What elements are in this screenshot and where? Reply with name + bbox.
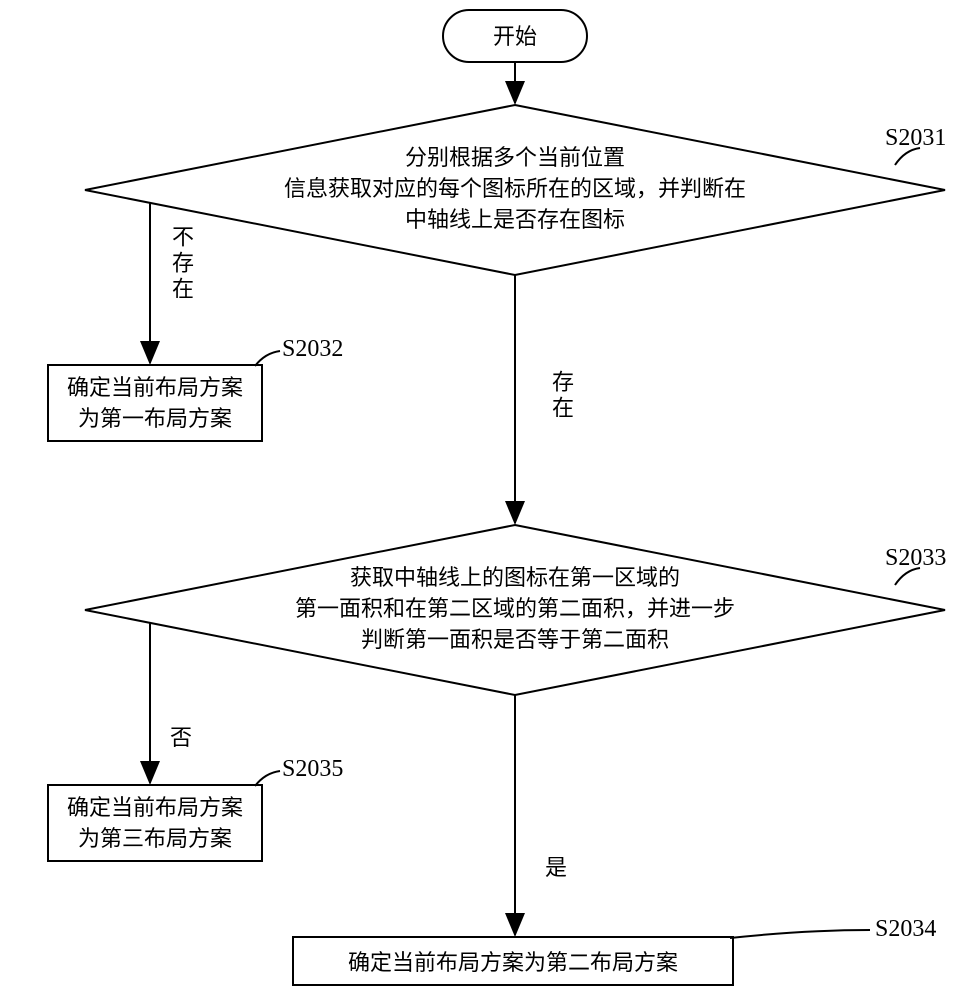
step-s2035: S2035 <box>282 756 343 783</box>
process2-text: 确定当前布局方案 为第三布局方案 <box>48 793 262 855</box>
decision2-yes-label: 是 <box>545 850 567 882</box>
decision2-text: 获取中轴线上的图标在第一区域的 第一面积和在第二区域的第二面积，并进一步 判断第… <box>185 563 845 655</box>
decision1-no-label: 不存在 <box>165 225 197 303</box>
process1-text: 确定当前布局方案 为第一布局方案 <box>48 373 262 435</box>
decision1-text: 分别根据多个当前位置 信息获取对应的每个图标所在的区域，并判断在 中轴线上是否存… <box>185 143 845 235</box>
decision2-no-label: 否 <box>170 720 192 752</box>
step-s2033: S2033 <box>885 545 946 572</box>
decision1-yes-label: 存在 <box>545 370 577 422</box>
s2034-connector <box>730 930 870 938</box>
step-s2032: S2032 <box>282 336 343 363</box>
step-s2031: S2031 <box>885 125 946 152</box>
process3-text: 确定当前布局方案为第二布局方案 <box>293 948 733 979</box>
start-text: 开始 <box>443 22 587 53</box>
s2035-connector <box>255 771 280 786</box>
step-s2034: S2034 <box>875 916 936 943</box>
s2032-connector <box>255 351 280 366</box>
